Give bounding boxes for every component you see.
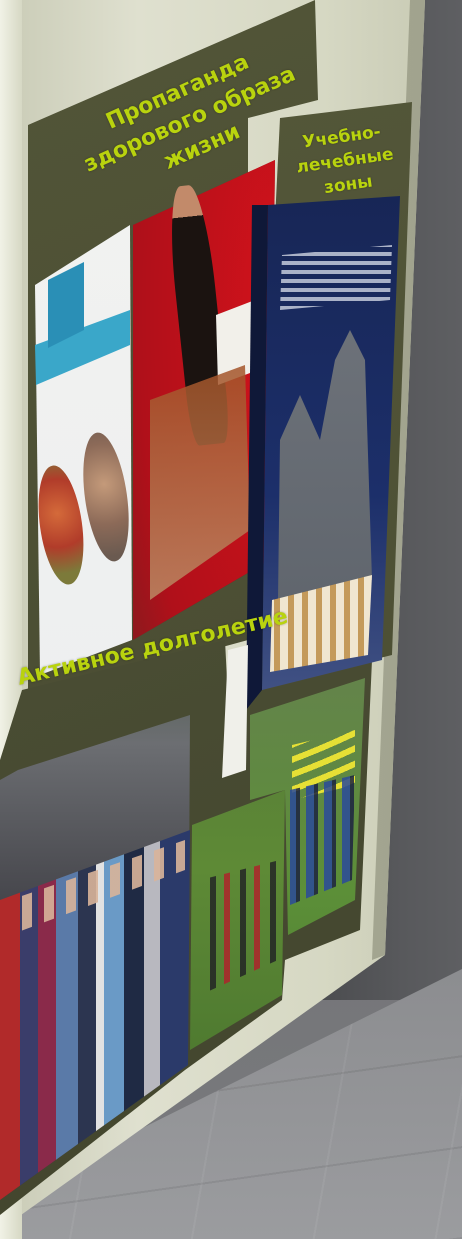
photo-scene: Пропаганда здорового образа жизни Учебно… — [0, 0, 462, 1239]
